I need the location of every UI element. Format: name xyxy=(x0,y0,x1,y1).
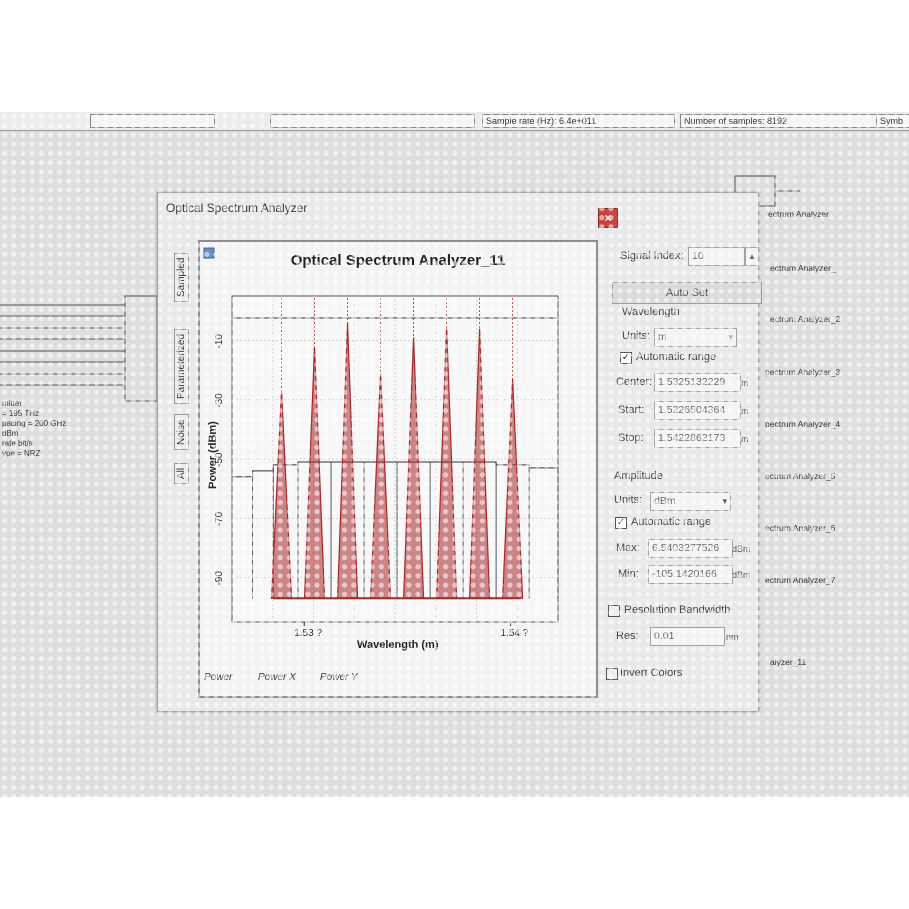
amplitude-auto-range-checkbox[interactable]: ✓ xyxy=(615,517,627,529)
transmitter-line: rate bit/s xyxy=(2,439,33,448)
max-label: Max: xyxy=(616,542,640,554)
tab-power-y[interactable]: Power Y xyxy=(320,672,358,683)
amplitude-units-label: Units: xyxy=(614,494,643,506)
wavelength-units-select[interactable]: m ▾ xyxy=(654,328,737,347)
close-button[interactable]: × xyxy=(598,208,618,228)
num-samples-field: Number of samples: 8192 xyxy=(680,114,877,128)
start-label: Start: xyxy=(618,404,645,416)
analyzer-label[interactable]: pectrum Analyzer_4 xyxy=(765,419,840,429)
top-parameter-bar: Sample rate (Hz): 6.4e+011 Number of sam… xyxy=(0,112,909,131)
transmitter-line: dBm xyxy=(2,429,19,438)
resolution-bandwidth-label: Resolution Bandwidth xyxy=(624,604,731,616)
res-unit: nm xyxy=(726,632,739,642)
analyzer-label[interactable]: pectrum Analyzer_3 xyxy=(765,367,840,377)
transmitter-params: mitter = 195 THz pacing = 200 GHz dBm ra… xyxy=(2,399,66,459)
auto-set-button[interactable]: Auto Set xyxy=(612,282,762,304)
transmitter-line: mitter xyxy=(2,399,22,408)
y-tick-label: -30 xyxy=(214,393,225,408)
res-label: Res: xyxy=(616,630,639,642)
stop-input[interactable]: 1.5422862173 xyxy=(654,429,741,448)
param-field-mid xyxy=(270,114,475,128)
graph-panel: -10 -30 -50 -70 -90 1.53 ? 1.54 ? Wavelength (m… xyxy=(198,240,598,698)
transmitter-line: = 195 THz xyxy=(2,409,39,418)
tab-noise[interactable]: Noise xyxy=(174,414,189,450)
transmitter-line: ype = NRZ xyxy=(2,449,41,458)
spectrum-plot[interactable]: -10-30-50-70-901.53 ? 1.54 ?Wavelength (m… xyxy=(200,242,596,696)
analyzer-label[interactable]: ectrum Analyzer xyxy=(768,209,829,219)
wavelength-units-label: Units: xyxy=(622,330,651,342)
param-field-left xyxy=(90,114,215,128)
chevron-down-icon: ▾ xyxy=(722,496,727,506)
tab-sampled[interactable]: Sampled xyxy=(174,252,189,302)
signal-index-spinner[interactable]: ▲ xyxy=(745,247,759,266)
center-input[interactable]: 1.5325132229 xyxy=(654,373,741,392)
max-input[interactable]: 6.5403277526 xyxy=(648,539,733,558)
amplitude-units-select[interactable]: dBm ▾ xyxy=(650,492,731,511)
wavelength-auto-range-label: Automatic range xyxy=(636,351,717,363)
analyzer-label[interactable]: ectrum Analyzer_7 xyxy=(765,575,835,585)
tab-power-x[interactable]: Power X xyxy=(258,672,296,683)
tab-power[interactable]: Power xyxy=(204,672,232,683)
start-input[interactable]: 1.5226504364 xyxy=(654,401,741,420)
signal-index-label: Signal Index: xyxy=(620,250,684,262)
dialog-title: Optical Spectrum Analyzer xyxy=(166,201,308,215)
min-label: Min: xyxy=(618,568,639,580)
x-tick-label: 1.54 ? xyxy=(501,628,529,639)
x-axis-label: Wavelength (m) xyxy=(357,639,439,651)
wavelength-auto-range-checkbox[interactable]: ✓ xyxy=(620,352,632,364)
center-label: Center: xyxy=(616,376,653,388)
transmitter-line: pacing = 200 GHz xyxy=(2,419,67,428)
stop-unit: m xyxy=(741,434,749,444)
symbol-field: Symb xyxy=(876,114,909,128)
sample-rate-field: Sample rate (Hz): 6.4e+011 xyxy=(482,114,675,128)
tab-all[interactable]: All xyxy=(174,462,189,484)
analyzer-label[interactable]: ectrum Analyzer_2 xyxy=(770,314,840,324)
start-unit: m xyxy=(741,406,749,416)
tab-parameterized[interactable]: Parameterized xyxy=(174,328,189,404)
signal-index-input[interactable]: 10 xyxy=(688,247,745,266)
center-unit: m xyxy=(741,378,749,388)
chevron-down-icon: ▾ xyxy=(728,332,733,342)
wavelength-section-title: Wavelength xyxy=(622,306,680,318)
min-input[interactable]: -105.1420166 xyxy=(648,565,733,584)
amplitude-units-value: dBm xyxy=(654,495,676,507)
y-axis-label: Power (dBm) xyxy=(207,421,219,489)
stop-label: Stop: xyxy=(618,432,644,444)
invert-colors-label: Invert Colors xyxy=(620,667,683,679)
analyzer-label[interactable]: ectrum Analyzer_5 xyxy=(765,471,835,481)
res-input[interactable]: 0.01 xyxy=(650,627,725,646)
analyzer-label[interactable]: alyzer_11 xyxy=(770,657,806,667)
x-tick-label: 1.53 ? xyxy=(294,628,322,639)
amplitude-section-title: Amplitude xyxy=(614,470,663,482)
analyzer-label[interactable]: ectrum Analyzer_ xyxy=(770,263,836,273)
graph-title: Optical Spectrum Analyzer_11 xyxy=(290,252,506,269)
resolution-bandwidth-checkbox[interactable] xyxy=(608,605,620,617)
analyzer-label[interactable]: ectrum Analyzer_6 xyxy=(765,523,835,533)
max-unit: dBm xyxy=(732,544,751,554)
min-unit: dBm xyxy=(732,570,751,580)
y-tick-label: -90 xyxy=(214,571,225,586)
invert-colors-checkbox[interactable] xyxy=(606,668,618,680)
y-tick-label: -10 xyxy=(214,334,225,349)
photo-frame: Sample rate (Hz): 6.4e+011 Number of sam… xyxy=(0,112,909,797)
y-tick-label: -70 xyxy=(214,511,225,526)
amplitude-auto-range-label: Automatic range xyxy=(631,516,712,528)
wavelength-units-value: m xyxy=(658,331,667,343)
